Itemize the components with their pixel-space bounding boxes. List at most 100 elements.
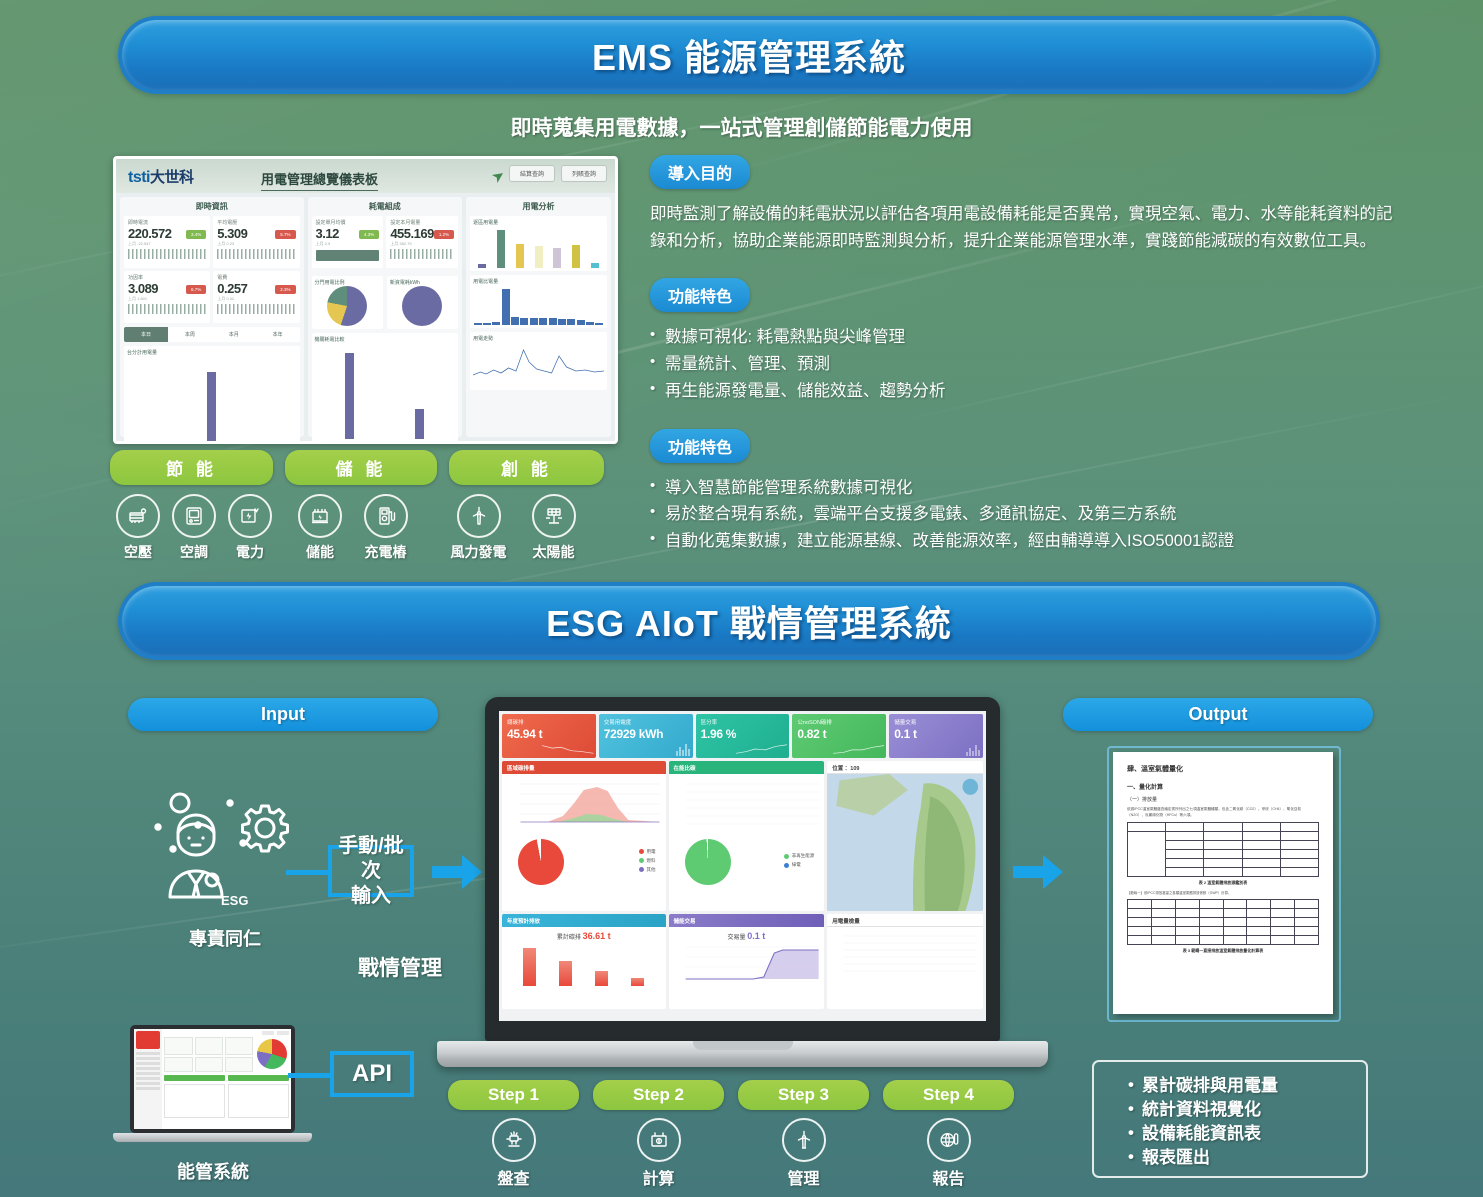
donut-chart-green [684,839,731,885]
category-icon-row: 空壓 空調 電力 儲能 充電樁 風力發電 太陽能 [110,494,620,562]
kpi-card: 電費 0.257 上月 0.02 2.3% [213,271,300,323]
connector-line-api [288,1073,333,1078]
kpi-grid: 即時電流 220.572 上月 -22.547 3.4% 平均電壓 5.309 … [124,216,300,323]
icon-item-electricity[interactable]: 電力 [222,494,278,562]
kpi-chip: 5.7% [275,230,296,239]
dashboard-buttons: 結算查詢 列賬查詢 [508,165,607,182]
kpi-chip: 1.2% [433,230,455,239]
esg-laptop: 總碳排 45.94 t 交易用電度 72929 kWh 區分率 1.96 % 公… [437,697,1048,1067]
dashboard-toolbar: tsti大世科 用電管理總覽儀表板 ➤ 結算查詢 列賬查詢 [116,159,615,193]
center-caption: 戰情管理 [358,957,442,980]
doc-heading: 肆、溫室氣體量化 [1127,766,1183,773]
tab-week[interactable]: 本周 [168,327,212,342]
bar-chart [315,343,456,439]
doc-sub-heading-1: 一、量化計算 [1127,785,1164,791]
esg-kpi-value: 0.82 t [797,727,827,741]
taiwan-map [827,774,983,911]
step-2-pill[interactable]: Step 2 [593,1080,724,1110]
feature-item: 數據可視化: 耗電熱點與尖峰管理 [650,323,1395,351]
ems-subtitle: 即時蒐集用電數據，一站式管理創儲節能電力使用 [510,117,973,140]
empty-chart-usage [843,935,977,972]
solar-panel-icon [531,494,576,538]
esg-panel-body: 非再生能源 綠電 [669,774,825,911]
manual-input-line2: 輸入 [351,884,391,907]
energy-category-row: 節 能 儲 能 創 能 空壓 空調 電力 儲能 充電樁 風力發電 太陽能 [110,450,620,562]
icon-item-air-conditioner[interactable]: 空調 [166,494,222,562]
esg-panel-map: 位置 ：109 [827,761,983,911]
tab-today[interactable]: 本日 [124,327,168,342]
chart-pie-kwh: 新資電耗kWh [386,276,459,329]
esg-panel-title: 在能比碳 [668,761,825,774]
step-3-pill[interactable]: Step 3 [738,1080,869,1110]
step-3[interactable]: Step 3 管理 [738,1080,869,1189]
icon-item-battery-storage[interactable]: 儲能 [292,494,348,562]
doc-table-2 [1127,899,1319,946]
pie-chart [327,286,368,326]
globe-report-icon [926,1118,971,1162]
pie-chart [402,286,443,326]
kpi-sub: 上月 382.79 [390,241,412,246]
line-chart [472,342,605,382]
esg-kpi-label: 儲量交易 [894,720,917,726]
ems-header-title: EMS 能源管理系統 [591,37,906,78]
tab-month[interactable]: 本月 [212,327,256,342]
chart-bar-compare: 機關耗電比較 [311,333,459,441]
esg-kpi-card: 交易用電度 72929 kWh [598,714,693,758]
bar-chart [506,944,662,986]
esg-kpi-value: 0.1 t [894,727,917,741]
dashboard-period-tabs[interactable]: 本日 本周 本月 本年 [124,327,300,342]
kpi-sparkline [128,304,207,314]
esg-kpi-value: 72929 kWh [603,727,664,741]
kpi-sub: 上月 1.601 [128,296,148,301]
kpi-chip: 3.4% [186,230,207,239]
battery-icon [636,1118,681,1162]
logo-text: tsti [128,169,151,186]
step-1[interactable]: Step 1 盤查 [448,1080,579,1189]
column2-title: 耗電組成 [368,202,401,211]
doc-table-caption-2: 表 3 範疇一直接排放溫室氣體排放量化計算表 [1182,948,1264,954]
air-compressor-icon [116,494,160,538]
icon-label: 充電樁 [364,544,407,560]
icon-label: 太陽能 [532,544,575,560]
icon-group-saving: 空壓 空調 電力 [110,494,278,562]
icon-item-wind-turbine[interactable]: 風力發電 [441,494,516,562]
trade-value: 0.1 t [747,931,766,941]
category-pill-storage[interactable]: 儲 能 [285,450,437,485]
output-item: 累計碳排與用電量 [1128,1073,1356,1098]
kpi-sparkline [128,249,207,259]
manual-input-line1: 手動/批次 [338,834,404,882]
dashboard-btn-2[interactable]: 列賬查詢 [560,165,607,182]
esg-person-icon [150,785,300,910]
annual-label: 累計碳排 [556,935,581,941]
esg-badge-label: ESG [221,893,249,908]
kpi-sparkline [217,304,296,314]
chart-title: 逐區用電量 [473,220,499,226]
tab-year[interactable]: 本年 [256,327,300,342]
step-4-pill[interactable]: Step 4 [883,1080,1014,1110]
icon-item-solar-panel[interactable]: 太陽能 [516,494,591,562]
step-2[interactable]: Step 2 計算 [593,1080,724,1189]
doc-table-1 [1126,822,1320,878]
esg-panel-annual: 年度預計排放 累計碳排 36.61 t [502,914,666,1009]
export-arrow-icon: ➤ [488,165,510,187]
esg-steps-row: Step 1 盤查 Step 2 計算 Step 3 管理 Step 4 報告 [448,1080,1033,1189]
feature-item: 易於整合現有系統，雲端平台支援多電錶、多通訊協定、及第三方系統 [650,500,1395,528]
icon-item-air-compressor[interactable]: 空壓 [110,494,166,562]
step-4[interactable]: Step 4 報告 [883,1080,1014,1189]
esg-panel-body [827,927,983,1009]
esg-kpi-label: 交易用電度 [603,720,632,726]
step-1-pill[interactable]: Step 1 [448,1080,579,1110]
features-list-2: 導入智慧節能管理系統數據可視化 易於整合現有系統，雲端平台支援多電錶、多通訊協定… [650,474,1395,555]
chart-pie-ratio: 分門用電比例 [311,276,383,329]
icon-group-generation: 風力發電 太陽能 [441,494,591,562]
chart-title: 新資電耗kWh [389,280,420,286]
esg-kpi-label: 公noSON碳排 [797,720,832,726]
output-item: 報表匯出 [1128,1145,1356,1170]
kpi-sub: 上月 -22.547 [128,241,151,246]
category-pill-saving[interactable]: 節 能 [110,450,273,485]
icon-item-charging-pile[interactable]: 充電樁 [348,494,423,562]
category-pill-generation[interactable]: 創 能 [449,450,604,485]
input-pill: Input [128,698,438,731]
esg-bottom-row: 年度預計排放 累計碳排 36.61 t 儲能交易 交易量 0.1 t 用電量檢量 [502,914,983,1009]
dashboard-btn-1[interactable]: 結算查詢 [508,165,555,182]
